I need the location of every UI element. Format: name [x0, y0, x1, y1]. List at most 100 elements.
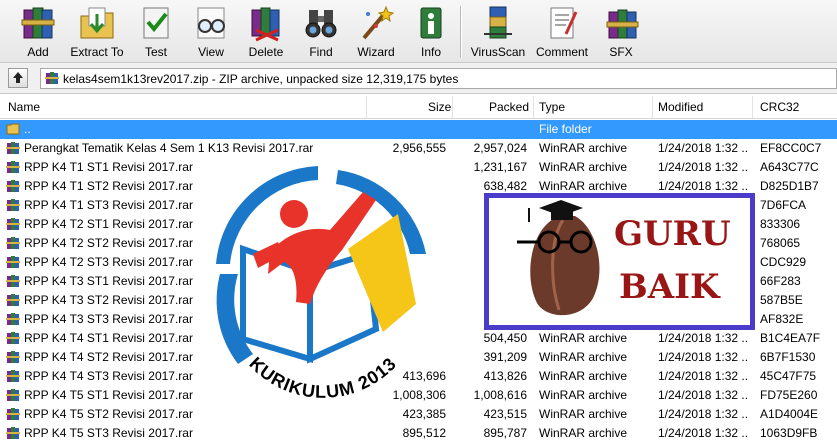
column-divider[interactable] [366, 96, 367, 118]
rar-archive-icon [6, 351, 20, 363]
virusscan-icon [484, 6, 512, 39]
file-packed-size: 1,231,167 [473, 160, 527, 174]
up-arrow-icon [13, 72, 23, 83]
address-bar: kelas4sem1k13rev2017.zip - ZIP archive, … [0, 63, 837, 94]
column-modified[interactable]: Modified [658, 100, 703, 114]
file-modified: 1/24/2018 1:32 ... [658, 350, 748, 364]
zip-archive-icon [45, 72, 59, 84]
file-crc32: D825D1B7 [760, 179, 819, 193]
file-name: Perangkat Tematik Kelas 4 Sem 1 K13 Revi… [24, 141, 314, 155]
delete-label: Delete [248, 45, 284, 59]
file-packed-size: 423,515 [483, 407, 527, 421]
extract-to-button[interactable]: Extract To [69, 2, 125, 60]
rar-archive-icon [6, 142, 20, 154]
rar-archive-icon [6, 237, 20, 249]
file-type: WinRAR archive [539, 350, 628, 364]
file-packed-size: 391,209 [483, 350, 527, 364]
file-crc32: 768065 [760, 236, 801, 250]
file-type: WinRAR archive [539, 426, 628, 440]
extract-to-label: Extract To [70, 45, 124, 59]
toolbar-separator [460, 6, 462, 58]
file-name: .. [24, 122, 31, 136]
add-button[interactable]: Add [10, 2, 66, 60]
file-type: WinRAR archive [539, 179, 628, 193]
file-size: 2,956,555 [392, 141, 446, 155]
rar-archive-icon [6, 161, 20, 173]
wizard-button[interactable]: Wizard [348, 2, 404, 60]
comment-button[interactable]: Comment [532, 2, 592, 60]
info-label: Info [420, 45, 441, 59]
view-button[interactable]: View [183, 2, 239, 60]
file-type: WinRAR archive [539, 331, 628, 345]
rar-archive-icon [6, 370, 20, 382]
info-icon [420, 7, 442, 39]
file-packed-size: 638,482 [483, 179, 527, 193]
parent-folder-row[interactable]: .. File folder [0, 120, 837, 139]
column-divider[interactable] [533, 96, 534, 118]
column-name[interactable]: Name [8, 100, 40, 114]
guru-text: GURU [614, 214, 731, 254]
view-label: View [198, 45, 224, 59]
file-modified: 1/24/2018 1:32 ... [658, 388, 748, 402]
find-binoculars-icon [305, 10, 337, 38]
delete-button[interactable]: Delete [238, 2, 294, 60]
toolbar: Add Extract To Test View Delete Find Wiz… [0, 0, 837, 63]
archive-path-field[interactable]: kelas4sem1k13rev2017.zip - ZIP archive, … [40, 68, 837, 89]
file-crc32: AF832E [760, 312, 804, 326]
info-button[interactable]: Info [403, 2, 459, 60]
column-crc32[interactable]: CRC32 [760, 100, 799, 114]
column-size[interactable]: Size [428, 100, 451, 114]
virusscan-button[interactable]: VirusScan [468, 2, 528, 60]
file-type: WinRAR archive [539, 388, 628, 402]
column-packed[interactable]: Packed [489, 100, 529, 114]
virusscan-label: VirusScan [470, 45, 526, 59]
wizard-icon [362, 5, 395, 40]
file-crc32: A1D4004E [760, 407, 819, 421]
file-modified: 1/24/2018 1:32 ... [658, 179, 748, 193]
file-crc32: 45C47F75 [760, 369, 817, 383]
guru-baik-logo: GURU BAIK [484, 193, 755, 330]
kurikulum-2013-logo: KURIKULUM 2013 [198, 154, 448, 439]
file-packed-size: 2,957,024 [473, 141, 527, 155]
file-crc32: 1063D9FB [760, 426, 818, 440]
file-packed-size: 895,787 [483, 426, 527, 440]
delete-icon [251, 7, 280, 42]
file-modified: 1/24/2018 1:32 ... [658, 331, 748, 345]
file-crc32: 833306 [760, 217, 801, 231]
column-divider[interactable] [452, 96, 453, 118]
file-modified: 1/24/2018 1:32 ... [658, 426, 748, 440]
rar-archive-icon [6, 256, 20, 268]
rar-archive-icon [6, 199, 20, 211]
sfx-button[interactable]: SFX [593, 2, 649, 60]
view-glasses-icon [197, 7, 225, 39]
test-label: Test [144, 45, 167, 59]
file-modified: 1/24/2018 1:32 ... [658, 141, 748, 155]
file-crc32: CDC929 [760, 255, 807, 269]
file-type: WinRAR archive [539, 141, 628, 155]
comment-label: Comment [535, 45, 588, 59]
column-divider[interactable] [652, 96, 653, 118]
file-modified: 1/24/2018 1:32 ... [658, 160, 748, 174]
rar-archive-icon [6, 427, 20, 439]
file-crc32: EF8CC0C7 [760, 141, 822, 155]
column-type[interactable]: Type [539, 100, 565, 114]
sfx-label: SFX [609, 45, 633, 59]
rar-archive-icon [6, 294, 20, 306]
rar-archive-icon [6, 275, 20, 287]
test-button[interactable]: Test [128, 2, 184, 60]
file-crc32: B1C4EA7F [760, 331, 821, 345]
file-crc32: FD75E260 [760, 388, 818, 402]
up-one-level-button[interactable] [8, 68, 28, 88]
file-type: WinRAR archive [539, 369, 628, 383]
find-button[interactable]: Find [293, 2, 349, 60]
archive-path-text: kelas4sem1k13rev2017.zip - ZIP archive, … [63, 72, 459, 86]
rar-archive-icon [6, 313, 20, 325]
rar-archive-icon [6, 332, 20, 344]
sfx-icon [606, 9, 639, 39]
file-crc32: 587B5E [760, 293, 803, 307]
add-label: Add [27, 45, 49, 59]
column-divider[interactable] [752, 96, 753, 118]
folder-icon [6, 123, 20, 135]
file-modified: 1/24/2018 1:32 ... [658, 369, 748, 383]
extract-folder-icon [80, 7, 114, 39]
